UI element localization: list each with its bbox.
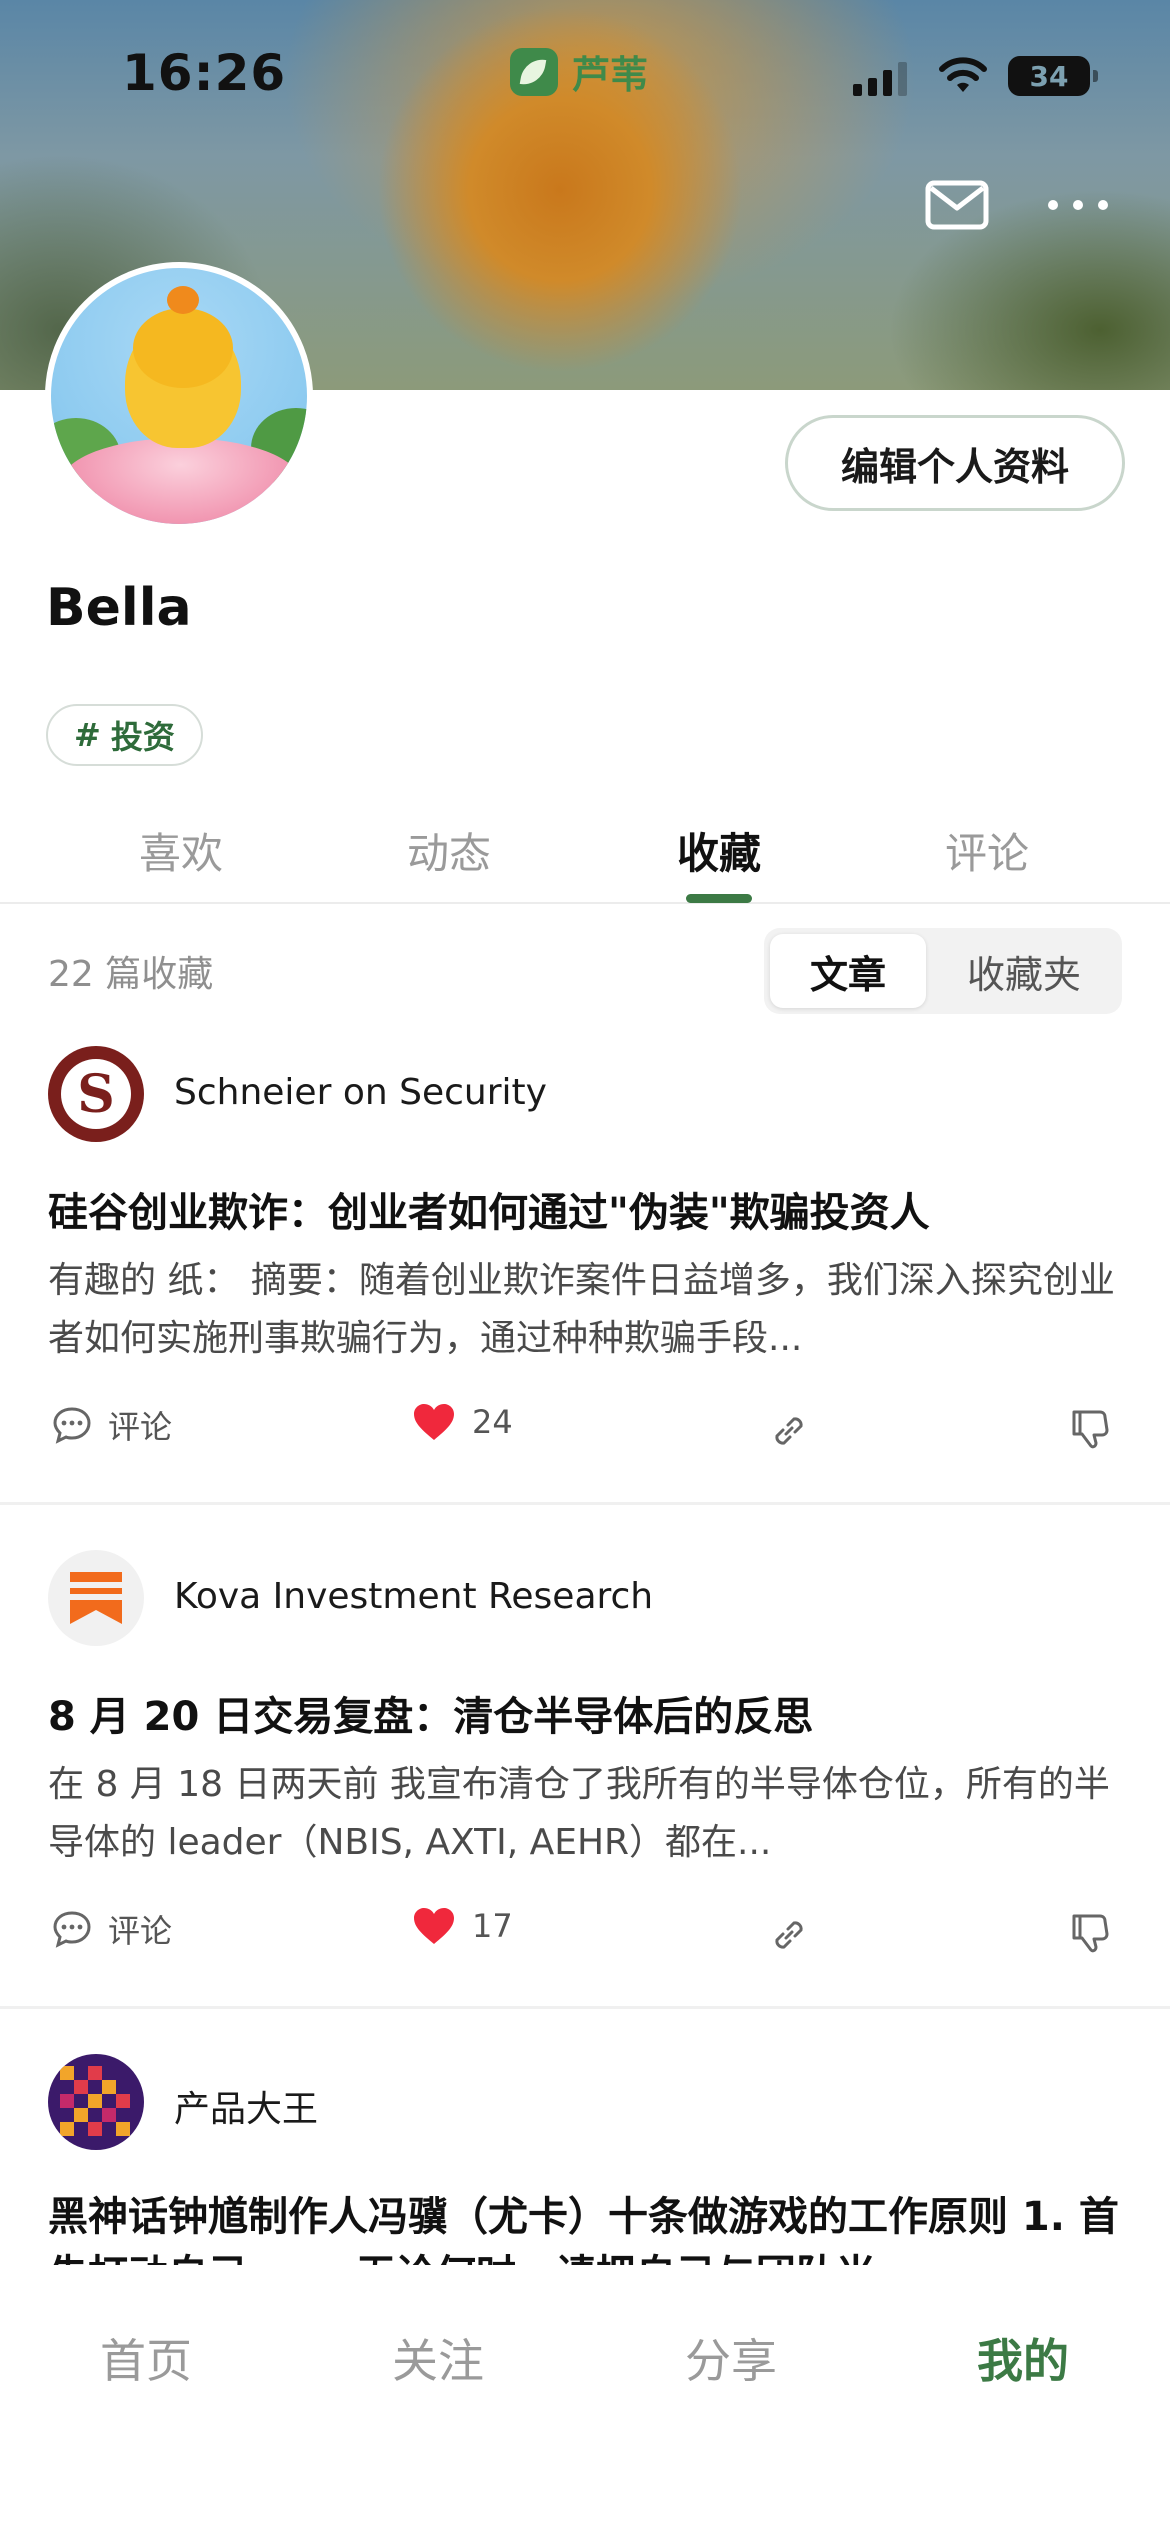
heart-icon [414, 1404, 454, 1440]
comment-icon [53, 1911, 91, 1948]
dislike-icon[interactable] [1070, 1408, 1112, 1452]
post-title[interactable]: 硅谷创业欺诈：创业者如何通过"伪装"欺骗投资人 [48, 1180, 1128, 1238]
app-leaf-icon [510, 47, 558, 96]
link-icon[interactable] [768, 1914, 810, 1956]
status-bar: 16:26 芦苇 34 [0, 0, 1170, 150]
avatar[interactable] [45, 262, 313, 530]
source-logo [48, 2054, 144, 2150]
nav-share[interactable]: 分享 [685, 2325, 777, 2391]
tab-favorites[interactable]: 收藏 [677, 820, 761, 881]
mail-icon[interactable] [925, 180, 989, 230]
interest-tag-label: 投资 [110, 718, 175, 756]
source-logo [48, 1550, 144, 1646]
source-name: Schneier on Security [174, 1072, 547, 1113]
like-button[interactable]: 24 [412, 1402, 513, 1442]
tab-active-indicator [686, 894, 752, 903]
tab-activity[interactable]: 动态 [407, 820, 491, 881]
divider [0, 1502, 1170, 1505]
post-excerpt: 在 8 月 18 日两天前 我宣布清仓了我所有的半导体仓位，所有的半导体的 le… [48, 1764, 1110, 1863]
tab-likes[interactable]: 喜欢 [139, 820, 223, 881]
post-actions: 评论 24 [0, 1402, 1170, 1462]
like-button[interactable]: 17 [412, 1906, 513, 1946]
divider [0, 2006, 1170, 2009]
interest-tag[interactable]: # 投资 [46, 704, 203, 766]
comment-label: 评论 [108, 1912, 173, 1950]
post-actions: 评论 17 [0, 1906, 1170, 1966]
nav-home[interactable]: 首页 [100, 2325, 192, 2391]
more-options-icon[interactable] [1048, 190, 1108, 220]
nav-me[interactable]: 我的 [977, 2325, 1069, 2391]
heart-icon [414, 1908, 454, 1944]
comment-label: 评论 [108, 1408, 173, 1446]
profile-tabs: 喜欢 动态 收藏 评论 [0, 800, 1170, 904]
hash-icon: # [74, 716, 101, 754]
nav-following[interactable]: 关注 [392, 2325, 484, 2391]
bottom-nav: 首页 关注 分享 我的 [0, 2285, 1170, 2532]
app-indicator: 芦苇 [510, 44, 648, 99]
cellular-signal-icon [853, 62, 907, 96]
username: Bella [46, 578, 192, 638]
comment-button[interactable]: 评论 [52, 1402, 172, 1448]
source-name: 产品大王 [174, 2089, 319, 2130]
battery-icon: 34 [1008, 56, 1098, 96]
favorites-count: 22 篇收藏 [48, 954, 214, 995]
comment-icon [53, 1407, 91, 1444]
tab-comments[interactable]: 评论 [945, 820, 1029, 881]
app-indicator-label: 芦苇 [572, 53, 649, 97]
wifi-icon [939, 57, 987, 92]
like-count: 17 [472, 1907, 513, 1945]
battery-level: 34 [1029, 59, 1069, 93]
source-name: Kova Investment Research [174, 1576, 654, 1617]
dislike-icon[interactable] [1070, 1912, 1112, 1956]
edit-profile-button[interactable]: 编辑个人资料 [785, 415, 1125, 511]
segment-articles[interactable]: 文章 [770, 934, 926, 1008]
post-title[interactable]: 8 月 20 日交易复盘：清仓半导体后的反思 [48, 1684, 1128, 1742]
favorites-segmented-control: 文章 收藏夹 [764, 928, 1122, 1014]
status-time: 16:26 [122, 44, 287, 102]
like-count: 24 [472, 1403, 513, 1441]
comment-button[interactable]: 评论 [52, 1906, 172, 1952]
segment-folders[interactable]: 收藏夹 [934, 934, 1114, 1008]
link-icon[interactable] [768, 1410, 810, 1452]
post-excerpt: 有趣的 纸： 摘要：随着创业欺诈案件日益增多，我们深入探究创业者如何实施刑事欺骗… [48, 1260, 1115, 1359]
source-logo: S [48, 1046, 144, 1142]
